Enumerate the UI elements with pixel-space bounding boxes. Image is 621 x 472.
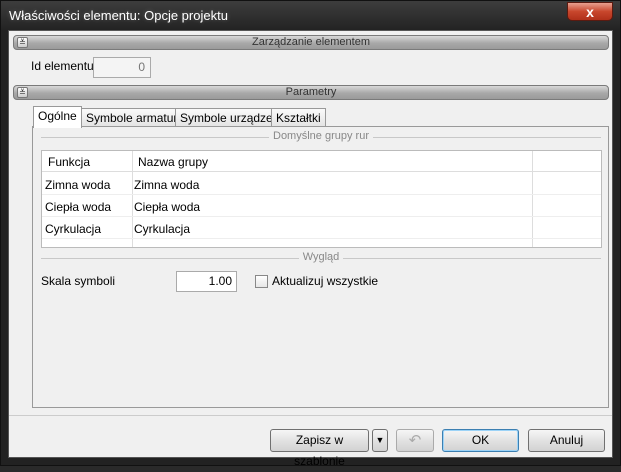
collapse-icon[interactable]: ≚ <box>17 87 28 98</box>
row-group-name[interactable]: Zimna woda <box>134 178 199 192</box>
dialog-body: ≚ Zarządzanie elementem Id elementu 0 ≚ … <box>8 30 613 468</box>
row-divider <box>42 216 601 217</box>
row-group-name[interactable]: Ciepła woda <box>134 200 200 214</box>
save-template-button[interactable]: Zapisz w szablonie <box>270 429 369 468</box>
chevron-down-icon: ▼ <box>375 435 385 445</box>
tab-general[interactable]: Ogólne <box>33 106 82 128</box>
collapse-icon[interactable]: ≚ <box>17 37 28 48</box>
column-header-function[interactable]: Funkcja <box>48 155 90 169</box>
row-divider <box>42 238 601 239</box>
symbol-scale-input[interactable]: 1.00 <box>176 271 237 292</box>
column-divider <box>532 151 533 247</box>
update-all-label[interactable]: Aktualizuj wszystkie <box>272 274 378 288</box>
ok-button[interactable]: OK <box>442 429 519 452</box>
management-section-bar[interactable]: ≚ Zarządzanie elementem <box>13 35 609 50</box>
row-function: Zimna woda <box>45 178 111 192</box>
tab-fitting-symbols[interactable]: Symbole armatury <box>81 108 189 127</box>
column-divider <box>132 151 133 247</box>
footer-divider <box>9 415 612 416</box>
undo-icon: ↶ <box>408 432 422 449</box>
pipe-groups-table: Funkcja Nazwa grupy Zimna woda Zimna wod… <box>41 150 602 248</box>
window-title: Właściwości elementu: Opcje projektu <box>9 8 228 23</box>
parameters-section-bar[interactable]: ≚ Parametry <box>13 85 609 100</box>
cancel-button[interactable]: Anuluj <box>528 429 605 452</box>
element-id-label: Id elementu <box>31 59 94 73</box>
element-id-field: 0 <box>93 57 151 78</box>
title-bar[interactable]: Właściwości elementu: Opcje projektu x <box>1 1 620 31</box>
tab-device-symbols[interactable]: Symbole urządzeń <box>175 108 285 127</box>
parameters-section-label: Parametry <box>285 86 337 98</box>
appearance-header: Wygląd <box>41 251 601 265</box>
update-all-checkbox[interactable] <box>255 275 268 288</box>
pipe-groups-header-text: Domyślne grupy rur <box>269 130 373 142</box>
column-header-group-name[interactable]: Nazwa grupy <box>138 155 208 169</box>
undo-button[interactable]: ↶ <box>396 429 434 452</box>
management-section-label: Zarządzanie elementem <box>251 36 370 48</box>
table-header: Funkcja Nazwa grupy <box>42 151 601 172</box>
close-icon: x <box>586 3 594 20</box>
appearance-header-text: Wygląd <box>298 251 344 263</box>
symbol-scale-label: Skala symboli <box>41 274 116 288</box>
row-function: Ciepła woda <box>45 200 112 214</box>
pipe-groups-header: Domyślne grupy rur <box>41 130 601 144</box>
row-function: Cyrkulacja <box>45 222 102 236</box>
dialog-window: Właściwości elementu: Opcje projektu x ≚… <box>0 0 621 468</box>
tab-shapes[interactable]: Kształtki <box>271 108 326 127</box>
close-button[interactable]: x <box>567 2 613 21</box>
row-divider <box>42 194 601 195</box>
save-template-dropdown-button[interactable]: ▼ <box>372 429 388 452</box>
row-group-name[interactable]: Cyrkulacja <box>134 222 190 236</box>
tab-panel-general: Domyślne grupy rur Funkcja Nazwa grupy Z… <box>32 126 609 408</box>
